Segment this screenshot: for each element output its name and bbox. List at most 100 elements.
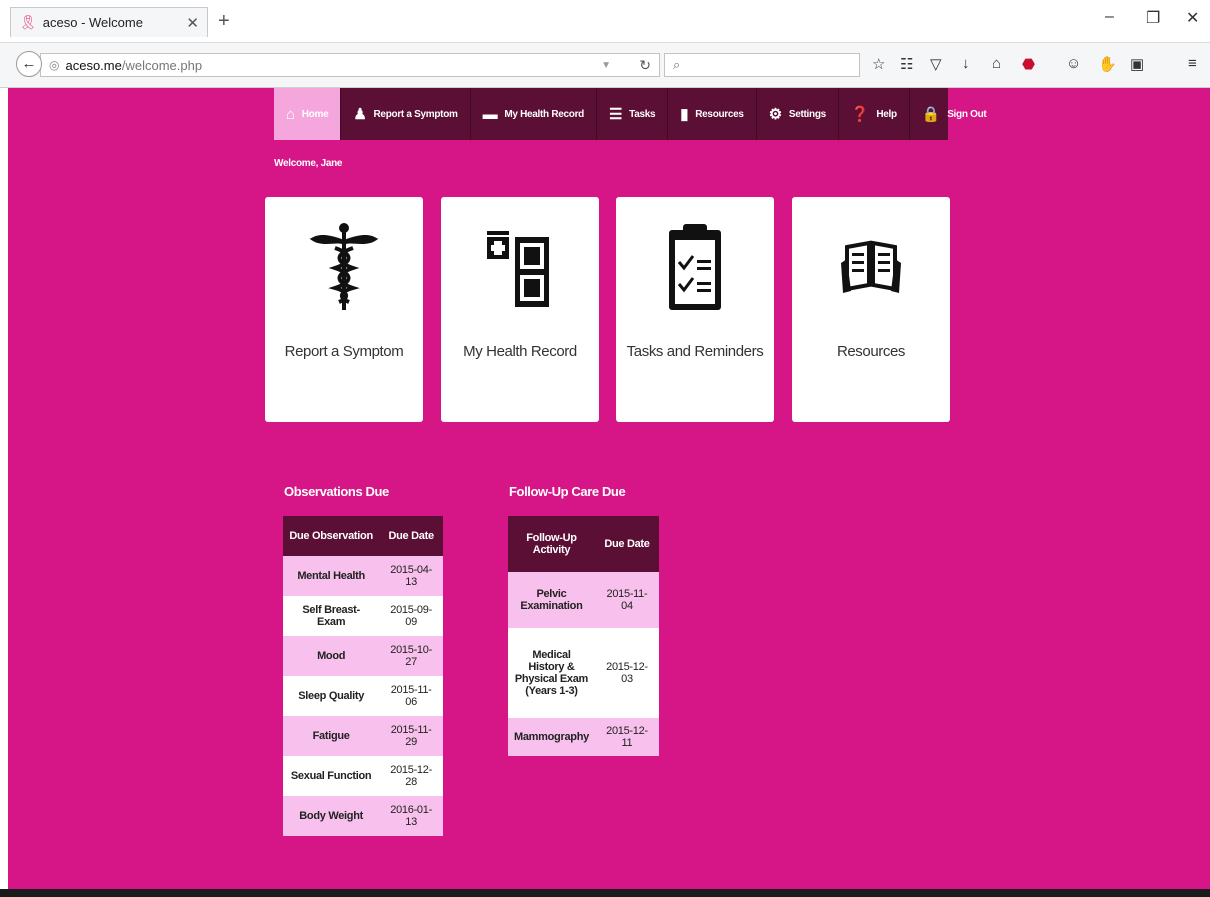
url-path: /welcome.php	[121, 57, 203, 73]
observation-name: Body Weight	[283, 796, 380, 836]
nav-report-label: Report a Symptom	[373, 108, 458, 120]
download-icon[interactable]: ↓	[962, 55, 970, 72]
home-icon: ⌂	[286, 105, 295, 123]
observations-col-name: Due Observation	[283, 516, 380, 556]
observation-date: 2016-01-13	[379, 796, 443, 836]
browser-tab-bar: 🎗 aceso - Welcome ✕ + – ❐ ✕	[0, 0, 1210, 42]
nav-home[interactable]: ⌂ Home	[274, 88, 342, 140]
followup-activity: Mammography	[508, 718, 595, 756]
emoji-icon[interactable]: ☺	[1066, 55, 1081, 72]
followup-title: Follow-Up Care Due	[509, 484, 626, 499]
nav-settings[interactable]: ⚙ Settings	[757, 88, 839, 140]
table-row: Mental Health 2015-04-13	[283, 556, 443, 596]
new-tab-icon[interactable]: +	[218, 10, 230, 33]
observation-name: Mood	[283, 636, 380, 676]
table-row: Pelvic Examination 2015-11-04	[508, 572, 659, 628]
table-row: Self Breast-Exam 2015-09-09	[283, 596, 443, 636]
observations-title: Observations Due	[284, 484, 389, 499]
gear-icon: ⚙	[768, 106, 782, 123]
nav-help[interactable]: ❓ Help	[839, 88, 910, 140]
url-host: aceso.me	[65, 57, 122, 73]
pocket-icon[interactable]: ▽	[930, 55, 942, 73]
adblock-icon[interactable]: ⬣	[1022, 55, 1035, 73]
lock-icon: 🔒	[921, 106, 941, 123]
table-row: Body Weight 2016-01-13	[283, 796, 443, 836]
followup-header-row: Follow-Up Activity Due Date	[508, 516, 659, 572]
card-report-symptom[interactable]: Report a Symptom	[265, 197, 423, 422]
followup-activity: Pelvic Examination	[508, 572, 595, 628]
nav-resources-label: Resources	[695, 108, 744, 120]
observations-header-row: Due Observation Due Date	[283, 516, 443, 556]
observations-col-date: Due Date	[379, 516, 443, 556]
close-window-icon[interactable]: ✕	[1186, 8, 1199, 28]
card-tasks-reminders[interactable]: Tasks and Reminders	[616, 197, 774, 422]
observation-name: Sexual Function	[283, 756, 380, 796]
table-row: Mammography 2015-12-11	[508, 718, 659, 756]
browser-nav-bar: ◎ aceso.me/welcome.php ▼ ↻ ← ⌕ ☆ ☷ ▽ ↓ ⌂…	[0, 42, 1210, 88]
page-left-edge	[0, 88, 8, 897]
nav-resources[interactable]: ▮ Resources	[668, 88, 757, 140]
file-cabinet-icon	[441, 217, 599, 317]
tab-title: aceso - Welcome	[42, 15, 143, 30]
observation-date: 2015-04-13	[379, 556, 443, 596]
nav-report-symptom[interactable]: ♟ Report a Symptom	[341, 88, 471, 140]
reload-icon[interactable]: ↻	[639, 57, 651, 74]
welcome-message: Welcome, Jane	[274, 158, 343, 169]
bookmark-star-icon[interactable]: ☆	[872, 55, 885, 73]
observations-table: Due Observation Due Date Mental Health 2…	[283, 516, 443, 836]
url-bar[interactable]: ◎ aceso.me/welcome.php ▼ ↻	[40, 53, 660, 77]
card-report-label: Report a Symptom	[284, 343, 404, 360]
close-tab-icon[interactable]: ✕	[186, 14, 199, 32]
user-icon: ♟	[353, 106, 367, 123]
observation-name: Fatigue	[283, 716, 380, 756]
followup-date: 2015-12-03	[594, 628, 659, 718]
question-icon: ❓	[850, 106, 870, 123]
nav-help-label: Help	[876, 108, 897, 120]
table-row: Sexual Function 2015-12-28	[283, 756, 443, 796]
table-row: Mood 2015-10-27	[283, 636, 443, 676]
table-row: Sleep Quality 2015-11-06	[283, 676, 443, 716]
back-button[interactable]: ←	[16, 51, 42, 77]
folder-icon: ▬	[482, 105, 498, 123]
card-health-record[interactable]: My Health Record	[441, 197, 599, 422]
search-icon: ⌕	[673, 57, 681, 72]
caduceus-icon	[265, 217, 423, 317]
screenshot-icon[interactable]: ▣	[1130, 55, 1144, 73]
menu-icon[interactable]: ≡	[1188, 55, 1197, 72]
url-dropdown-icon[interactable]: ▼	[601, 60, 611, 71]
observation-date: 2015-09-09	[379, 596, 443, 636]
bottom-bar	[0, 889, 1210, 897]
card-resources[interactable]: Resources	[792, 197, 950, 422]
clipboard-icon	[616, 217, 774, 317]
nav-health-record[interactable]: ▬ My Health Record	[471, 88, 597, 140]
observation-date: 2015-11-06	[379, 676, 443, 716]
followup-date: 2015-11-04	[594, 572, 659, 628]
observation-name: Mental Health	[283, 556, 380, 596]
card-tasks-label: Tasks and Reminders	[626, 343, 764, 360]
table-row: Fatigue 2015-11-29	[283, 716, 443, 756]
followup-col-activity: Follow-Up Activity	[508, 516, 595, 572]
nav-sign-out[interactable]: 🔒 Sign Out	[910, 88, 999, 140]
browser-tab[interactable]: 🎗 aceso - Welcome ✕	[10, 7, 208, 37]
extension-icon[interactable]: ✋	[1098, 55, 1117, 73]
followup-date: 2015-12-11	[594, 718, 659, 756]
minimize-icon[interactable]: –	[1105, 8, 1114, 26]
nav-settings-label: Settings	[788, 108, 826, 120]
nav-tasks[interactable]: ☰ Tasks	[597, 88, 669, 140]
restore-icon[interactable]: ❐	[1146, 8, 1160, 28]
observation-name: Self Breast-Exam	[283, 596, 380, 636]
card-record-label: My Health Record	[463, 343, 577, 360]
home-browser-icon[interactable]: ⌂	[992, 55, 1001, 72]
observation-date: 2015-11-29	[379, 716, 443, 756]
main-nav: ⌂ Home ♟ Report a Symptom ▬ My Health Re…	[274, 88, 987, 140]
nav-record-label: My Health Record	[504, 108, 584, 120]
open-book-icon	[792, 217, 950, 317]
book-icon: ▮	[680, 106, 689, 123]
list-icon: ☰	[609, 106, 623, 123]
followup-activity: Medical History & Physical Exam (Years 1…	[508, 628, 595, 718]
search-bar[interactable]: ⌕	[664, 53, 860, 77]
observation-name: Sleep Quality	[283, 676, 380, 716]
nav-tasks-label: Tasks	[629, 108, 656, 120]
followup-col-date: Due Date	[594, 516, 659, 572]
reading-list-icon[interactable]: ☷	[900, 55, 913, 73]
